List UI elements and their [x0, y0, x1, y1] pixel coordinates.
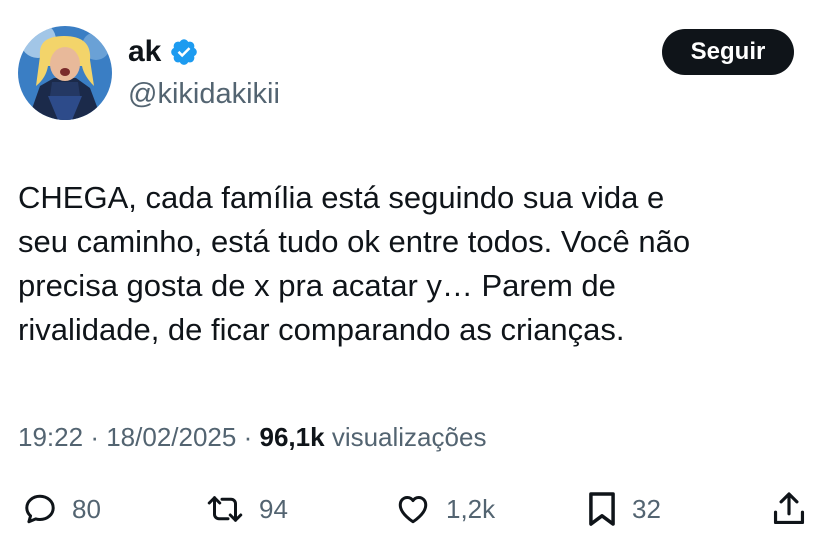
- views-label: visualizações: [331, 422, 487, 452]
- meta-separator: ·: [243, 422, 253, 452]
- tweet-date[interactable]: 18/02/2025: [106, 422, 236, 452]
- bookmark-button[interactable]: 32: [586, 486, 661, 532]
- reply-count: 80: [72, 493, 101, 524]
- like-button[interactable]: 1,2k: [394, 486, 495, 532]
- repost-button[interactable]: 94: [205, 486, 288, 532]
- meta-separator: ·: [90, 422, 99, 452]
- avatar-image: [18, 26, 112, 120]
- tweet-time[interactable]: 19:22: [18, 422, 83, 452]
- heart-icon: [398, 495, 428, 524]
- display-name[interactable]: ak: [128, 34, 161, 70]
- repost-icon: [207, 496, 243, 522]
- handle[interactable]: @kikidakikii: [128, 76, 280, 112]
- bookmark-count: 32: [632, 493, 661, 524]
- speech-bubble-icon: [25, 494, 55, 524]
- share-icon: [773, 492, 805, 525]
- views-count: 96,1k: [259, 422, 325, 452]
- tweet-text: CHEGA, cada família está seguindo sua vi…: [18, 180, 691, 347]
- reply-button[interactable]: 80: [22, 486, 101, 532]
- follow-button[interactable]: Seguir: [662, 29, 794, 75]
- repost-count: 94: [259, 493, 288, 524]
- share-button[interactable]: [770, 486, 808, 532]
- like-count: 1,2k: [446, 493, 496, 524]
- verified-badge-icon: [171, 39, 198, 65]
- avatar[interactable]: [18, 26, 112, 120]
- bookmark-icon: [589, 492, 615, 526]
- action-bar: 80 94 1,2k 32: [0, 486, 828, 532]
- tweet-meta: 19:22 · 18/02/2025 · 96,1k visualizações: [18, 420, 486, 454]
